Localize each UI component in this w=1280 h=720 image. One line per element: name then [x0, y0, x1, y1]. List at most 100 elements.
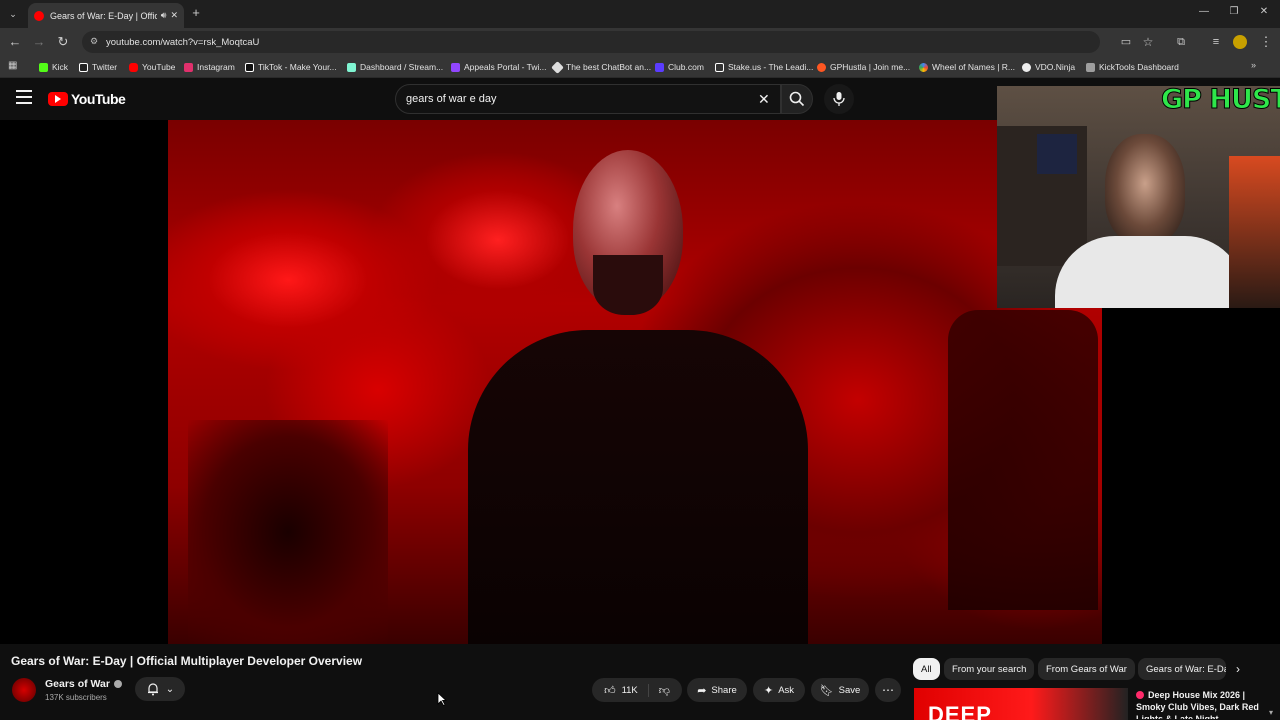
kick-icon — [39, 62, 48, 72]
profile-avatar[interactable] — [1233, 35, 1247, 49]
bookmark-kick[interactable]: Kick — [39, 60, 68, 74]
reading-list-icon[interactable]: ≡ — [1208, 34, 1224, 50]
bookmark-tiktok[interactable]: TikTok - Make Your... — [245, 60, 337, 74]
bookmark-star-icon[interactable]: ☆ — [1140, 34, 1156, 50]
bookmark-youtube[interactable]: YouTube — [129, 60, 175, 74]
youtube-icon — [129, 62, 138, 72]
club-icon — [655, 62, 664, 72]
bookmark-appeals-portal[interactable]: Appeals Portal - Twi... — [451, 60, 547, 74]
chips-next-arrow-icon[interactable]: › — [1236, 662, 1240, 676]
browser-menu-icon[interactable]: ⋮ — [1258, 34, 1274, 50]
speaker-icon[interactable]: 🔊︎ — [161, 10, 167, 21]
mouse-cursor-icon — [437, 692, 447, 706]
chevron-down-icon: ⌄ — [165, 683, 175, 695]
save-button[interactable]: 🔖︎ Save — [811, 678, 869, 702]
presenter-beard — [593, 255, 663, 315]
bookmark-kicktools[interactable]: KickTools Dashboard — [1086, 60, 1179, 74]
tab-title: Gears of War: E-Day | Official — [50, 10, 157, 21]
search-button[interactable] — [781, 84, 813, 114]
streamlabs-icon — [347, 62, 356, 72]
hamburger-menu-icon[interactable] — [16, 90, 32, 104]
thumbs-up-icon: 👍︎ — [604, 684, 616, 697]
video-frame[interactable] — [168, 120, 1102, 644]
bookmark-wheel-of-names[interactable]: Wheel of Names | R... — [919, 60, 1015, 74]
cast-icon[interactable]: ▭ — [1118, 34, 1134, 50]
kicktools-icon — [1086, 62, 1095, 72]
bookmark-instagram[interactable]: Instagram — [184, 60, 235, 74]
address-bar[interactable]: ⚙ youtube.com/watch?v=rsk_MoqtcaU — [82, 31, 1100, 53]
video-details: Gears of War: E-Day | Official Multiplay… — [0, 644, 1280, 720]
webcam-overlay: GP HUSTLA — [997, 86, 1280, 308]
like-button[interactable]: 👍︎ 11K — [604, 683, 649, 697]
youtube-logo-text: YouTube — [71, 91, 126, 107]
bookmark-dashboard-stream[interactable]: Dashboard / Stream... — [347, 60, 443, 74]
bookmark-gphustla[interactable]: GPHustla | Join me... — [817, 60, 910, 74]
more-horizontal-icon: ⋯ — [882, 683, 894, 697]
new-tab-button[interactable]: + — [189, 6, 203, 20]
extensions-icon[interactable]: ⧉ — [1173, 34, 1189, 50]
chip-gears-of-war-e-day[interactable]: Gears of War: E-Day — [1138, 658, 1226, 680]
background-figure-shape — [948, 310, 1098, 610]
bookmark-stake[interactable]: Stake.us - The Leadi... — [715, 60, 813, 74]
share-button[interactable]: ➦ Share — [687, 678, 747, 702]
webcam-chair-shape — [1229, 156, 1280, 308]
recommended-title[interactable]: Deep House Mix 2026 | Smoky Club Vibes, … — [1136, 689, 1262, 719]
channel-name[interactable]: Gears of War — [45, 678, 122, 690]
subscriber-count: 137K subscribers — [45, 693, 107, 702]
dislike-button[interactable]: 👎︎ — [649, 684, 670, 697]
live-dot-icon — [1136, 691, 1144, 699]
gphustla-icon — [817, 62, 826, 72]
chip-from-your-search[interactable]: From your search — [944, 658, 1035, 680]
site-info-icon[interactable]: ⚙ — [90, 36, 98, 47]
recommendations-scroll-down-icon[interactable]: ▾ — [1269, 708, 1273, 717]
presenter-figure — [468, 150, 808, 644]
youtube-favicon-icon — [34, 10, 44, 21]
bookmark-twitter[interactable]: Twitter — [79, 60, 117, 74]
browser-tab-active[interactable]: Gears of War: E-Day | Official 🔊︎ ✕ — [28, 3, 184, 28]
browser-tab-bar: ⌄ Gears of War: E-Day | Official 🔊︎ ✕ + … — [0, 0, 1280, 28]
window-restore-button[interactable]: ❐ — [1226, 6, 1242, 20]
window-minimize-button[interactable]: — — [1196, 6, 1212, 20]
chip-all[interactable]: All — [913, 658, 940, 680]
background-dark-shape — [188, 420, 388, 644]
presenter-shirt — [468, 330, 808, 644]
webcam-person-shirt — [1055, 236, 1245, 308]
search-input[interactable]: gears of war e day ✕ — [395, 84, 781, 114]
verified-badge-icon — [113, 680, 122, 688]
video-title: Gears of War: E-Day | Official Multiplay… — [11, 654, 363, 668]
vdo-ninja-icon — [1022, 62, 1031, 72]
subscription-bell-button[interactable]: ⌄ — [135, 677, 185, 701]
stake-icon — [715, 62, 724, 72]
tab-search-dropdown[interactable]: ⌄ — [6, 7, 20, 21]
browser-toolbar: ← → ↻ ⚙ youtube.com/watch?v=rsk_MoqtcaU … — [0, 28, 1280, 56]
forward-arrow-icon[interactable]: → — [31, 34, 47, 50]
microphone-icon — [833, 92, 845, 106]
ask-button[interactable]: ✦ Ask — [753, 678, 805, 702]
back-arrow-icon[interactable]: ← — [7, 34, 23, 50]
bookmarks-bar: ▦ Kick Twitter YouTube Instagram TikTok … — [0, 56, 1280, 78]
instagram-icon — [184, 62, 193, 72]
bookmark-icon: 🔖︎ — [819, 684, 834, 697]
youtube-logo[interactable]: YouTube — [48, 91, 126, 107]
voice-search-button[interactable] — [824, 84, 854, 114]
apps-grid-icon[interactable]: ▦ — [8, 60, 17, 71]
window-close-button[interactable]: ✕ — [1256, 6, 1272, 20]
url-text: youtube.com/watch?v=rsk_MoqtcaU — [106, 36, 260, 48]
bookmark-club[interactable]: Club.com — [655, 60, 704, 74]
bookmarks-overflow-icon[interactable]: » — [1251, 60, 1256, 70]
sparkle-icon: ✦ — [763, 684, 774, 697]
bookmark-vdo-ninja[interactable]: VDO.Ninja — [1022, 60, 1075, 74]
tiktok-icon — [245, 62, 254, 72]
reload-icon[interactable]: ↻ — [55, 34, 71, 50]
channel-avatar[interactable] — [12, 678, 36, 702]
recommended-thumbnail[interactable]: DEEP — [914, 688, 1128, 720]
webcam-person-head — [1105, 134, 1185, 244]
recommended-thumbnail-text: DEEP — [928, 702, 992, 720]
chip-from-gears-of-war[interactable]: From Gears of War — [1038, 658, 1135, 680]
close-tab-icon[interactable]: ✕ — [170, 10, 178, 21]
search-icon — [789, 91, 805, 107]
bookmark-chatbot[interactable]: The best ChatBot an... — [551, 60, 651, 74]
clear-search-icon[interactable]: ✕ — [758, 85, 770, 113]
wheel-icon — [919, 62, 928, 72]
more-actions-button[interactable]: ⋯ — [875, 678, 901, 702]
